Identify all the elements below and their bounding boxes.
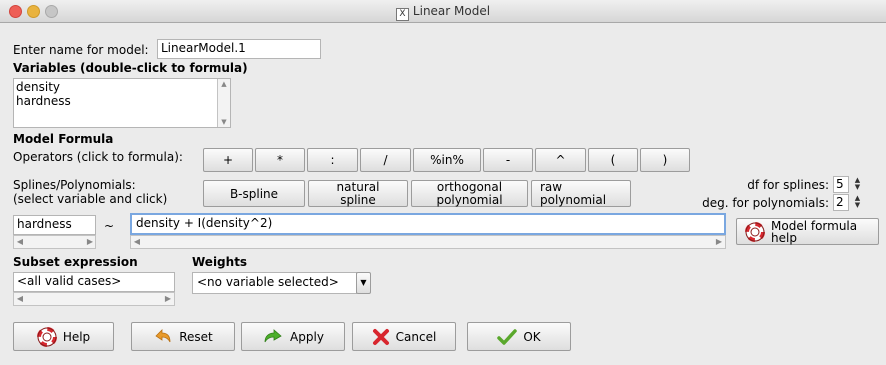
df-splines-input[interactable]: 5 [833,176,849,193]
window-title: Linear Model [412,4,491,18]
operators-label: Operators (click to formula): [13,150,183,164]
cancel-button[interactable]: Cancel [352,322,456,351]
help-button[interactable]: Help [13,322,114,351]
ok-button[interactable]: OK [467,322,571,351]
raw-polynomial-button[interactable]: raw polynomial [531,180,631,207]
scroll-up-icon[interactable]: ▲ [218,79,230,89]
scroll-right-icon[interactable]: ▶ [84,236,96,248]
operator-plus-button[interactable]: + [203,148,253,172]
subset-heading: Subset expression [13,255,138,269]
redo-arrow-icon [262,328,284,346]
subset-scrollbar[interactable]: ◀ ▶ [13,292,175,306]
stepper-down-icon[interactable]: ▼ [853,202,862,209]
operator-in-button[interactable]: %in% [413,148,481,172]
orthogonal-polynomial-label-2: polynomial [436,192,503,207]
operator-close-paren-button[interactable]: ) [640,148,690,172]
orthogonal-polynomial-button[interactable]: orthogonal polynomial [411,180,528,207]
scroll-right-icon[interactable]: ▶ [713,236,725,248]
lifebuoy-icon [745,221,765,242]
formula-rhs-input[interactable]: density + I(density^2) [130,213,726,235]
formula-lhs-scrollbar[interactable]: ◀ ▶ [13,235,96,249]
variables-scrollbar[interactable]: ▲ ▼ [217,79,230,127]
deg-polynomials-label: deg. for polynomials: [702,196,829,210]
apply-button[interactable]: Apply [241,322,345,351]
weights-select[interactable]: <no variable selected> [192,272,357,294]
model-formula-help-label-1: Model formula [771,218,858,233]
reset-button[interactable]: Reset [131,322,235,351]
scroll-left-icon[interactable]: ◀ [14,236,26,248]
variable-item-hardness[interactable]: hardness [16,94,228,108]
splines-label: Splines/Polynomials: [13,178,136,192]
help-button-label: Help [62,329,91,344]
raw-polynomial-label-1: raw [540,179,563,194]
b-spline-label: B-spline [229,186,279,201]
deg-polynomials-input[interactable]: 2 [833,194,849,211]
operator-colon-button[interactable]: : [307,148,358,172]
scroll-left-icon[interactable]: ◀ [14,293,26,305]
df-splines-label: df for splines: [747,178,829,192]
ok-button-label: OK [523,329,541,344]
cancel-x-icon [372,328,390,346]
b-spline-button[interactable]: B-spline [203,180,305,207]
formula-rhs-scrollbar[interactable]: ◀ ▶ [130,235,726,249]
model-formula-help-label-2: help [771,230,797,245]
orthogonal-polynomial-label-1: orthogonal [436,179,503,194]
scroll-left-icon[interactable]: ◀ [131,236,143,248]
model-name-label: Enter name for model: [13,43,149,57]
x11-app-icon: X [395,8,409,21]
natural-spline-label-2: spline [340,192,376,207]
apply-button-label: Apply [290,329,324,344]
model-name-input[interactable]: LinearModel.1 [157,39,321,59]
variables-listbox[interactable]: density hardness [13,78,231,128]
undo-arrow-icon [153,328,173,346]
df-splines-stepper[interactable]: ▲ ▼ [853,177,862,193]
operator-minus-button[interactable]: - [483,148,533,172]
deg-polynomials-stepper[interactable]: ▲ ▼ [853,195,862,211]
window-title-container: X Linear Model [0,0,886,22]
stepper-down-icon[interactable]: ▼ [853,184,862,191]
operator-open-paren-button[interactable]: ( [588,148,638,172]
subset-input[interactable]: <all valid cases> [13,272,175,292]
scroll-right-icon[interactable]: ▶ [162,293,174,305]
operator-power-button[interactable]: ^ [535,148,586,172]
operator-divide-button[interactable]: / [360,148,411,172]
cancel-button-label: Cancel [395,329,437,344]
natural-spline-label-1: natural [336,179,380,194]
formula-lhs-input[interactable]: hardness [13,215,96,235]
variables-heading: Variables (double-click to formula) [13,61,248,75]
tilde-label: ~ [104,219,115,233]
reset-button-label: Reset [179,329,213,344]
checkmark-icon [497,328,518,346]
scroll-down-icon[interactable]: ▼ [218,117,230,127]
chevron-down-icon[interactable]: ▼ [356,272,371,294]
operator-times-button[interactable]: * [255,148,305,172]
raw-polynomial-label-2: polynomial [540,192,607,207]
lifebuoy-icon [36,326,57,347]
variable-item-density[interactable]: density [16,80,228,94]
model-formula-help-button[interactable]: Model formula help [736,218,879,245]
model-formula-heading: Model Formula [13,132,114,146]
splines-sublabel: (select variable and click) [13,192,168,206]
weights-heading: Weights [192,255,248,269]
natural-spline-button[interactable]: natural spline [308,180,408,207]
